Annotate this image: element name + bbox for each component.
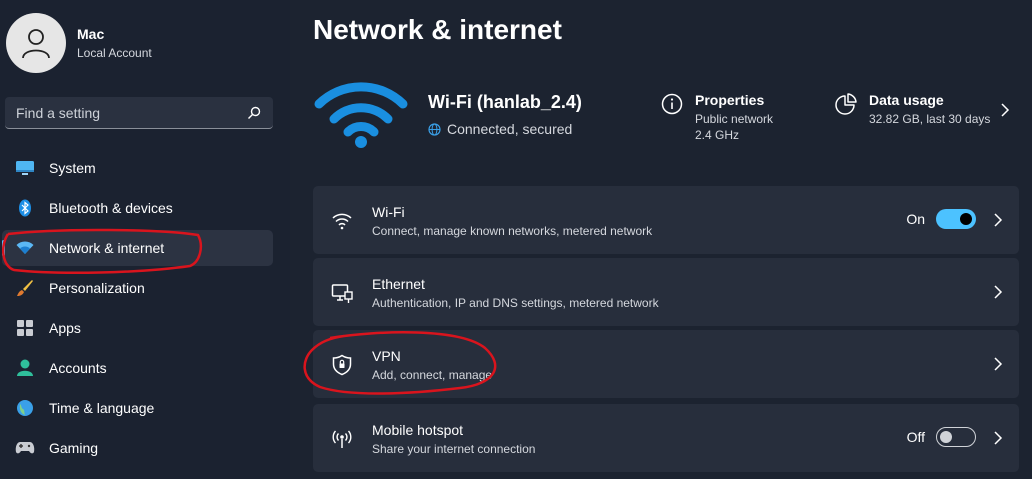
globe-icon (428, 122, 441, 136)
sidebar-item-bluetooth[interactable]: Bluetooth & devices (2, 190, 273, 226)
sidebar-item-label: Gaming (49, 440, 99, 456)
sidebar-item-system[interactable]: System (2, 150, 273, 186)
wifi-card-title: Wi-Fi (372, 204, 405, 220)
wifi-network-name: Wi-Fi (hanlab_2.4) (428, 92, 582, 112)
profile-account-type: Local Account (77, 46, 152, 60)
wifi-signal-icon (314, 82, 408, 148)
wifi-card-subtitle: Connect, manage known networks, metered … (372, 224, 653, 238)
hotspot-card-title: Mobile hotspot (372, 422, 464, 438)
page-title: Network & internet (313, 14, 562, 45)
gamepad-icon (15, 438, 35, 458)
sidebar-item-label: Network & internet (49, 240, 165, 256)
avatar[interactable] (6, 13, 66, 73)
shield-icon (332, 354, 352, 376)
search-icon[interactable] (246, 105, 262, 121)
search-box[interactable] (5, 97, 273, 129)
sidebar-item-label: System (49, 160, 96, 176)
vpn-card[interactable]: VPN Add, connect, manage (313, 330, 1019, 398)
toggle-knob (960, 213, 972, 225)
wifi-connection-status: Connected, secured (428, 121, 572, 137)
globe-icon (15, 398, 35, 418)
properties-link[interactable]: Properties Public network 2.4 GHz (661, 92, 773, 142)
profile-name: Mac (77, 26, 105, 42)
ethernet-card-subtitle: Authentication, IP and DNS settings, met… (372, 296, 659, 310)
hotspot-toggle-label: Off (906, 429, 925, 445)
toggle-knob (940, 431, 952, 443)
wifi-toggle[interactable] (936, 209, 976, 229)
pie-chart-icon (835, 93, 857, 115)
hotspot-icon (332, 430, 352, 448)
apps-icon (15, 318, 35, 338)
sidebar-item-network[interactable]: Network & internet (2, 230, 273, 266)
chevron-right-icon[interactable] (993, 430, 1003, 446)
sidebar-item-time-language[interactable]: Time & language (2, 390, 273, 426)
wifi-status-text: Connected, secured (447, 121, 573, 137)
chevron-right-icon[interactable] (1000, 102, 1010, 118)
chevron-right-icon[interactable] (993, 284, 1003, 300)
vpn-card-subtitle: Add, connect, manage (372, 368, 493, 382)
hotspot-toggle-group: Off (907, 427, 976, 447)
ethernet-card-title: Ethernet (372, 276, 425, 292)
sidebar-item-gaming[interactable]: Gaming (2, 430, 273, 466)
sidebar-nav: System Bluetooth & devices Network & int… (2, 150, 273, 470)
network-profile: Public network (695, 112, 774, 126)
wifi-icon (332, 213, 352, 230)
user-profile[interactable]: Mac Local Account (6, 13, 152, 73)
sidebar-item-label: Accounts (49, 360, 107, 376)
person-icon (22, 29, 50, 59)
sidebar-item-personalization[interactable]: Personalization (2, 270, 273, 306)
chevron-right-icon[interactable] (993, 356, 1003, 372)
ethernet-card[interactable]: Ethernet Authentication, IP and DNS sett… (313, 258, 1019, 326)
sidebar-item-accounts[interactable]: Accounts (2, 350, 273, 386)
wifi-card[interactable]: Wi-Fi Connect, manage known networks, me… (313, 186, 1019, 254)
chevron-right-icon[interactable] (993, 212, 1003, 228)
vpn-card-title: VPN (372, 348, 401, 364)
accounts-icon (15, 358, 35, 378)
hotspot-toggle[interactable] (936, 427, 976, 447)
bluetooth-icon (15, 198, 35, 218)
sidebar-item-label: Personalization (49, 280, 145, 296)
system-icon (15, 158, 35, 178)
sidebar-item-label: Bluetooth & devices (49, 200, 173, 216)
sidebar-item-label: Apps (49, 320, 81, 336)
sidebar-item-apps[interactable]: Apps (2, 310, 273, 346)
data-usage-title: Data usage (869, 92, 944, 108)
wifi-toggle-label: On (906, 211, 925, 227)
sidebar-item-label: Time & language (49, 400, 155, 416)
info-icon (661, 93, 683, 115)
sidebar: Mac Local Account System Bluetooth & dev… (0, 0, 290, 479)
brush-icon (15, 278, 35, 298)
network-status-header: Wi-Fi (hanlab_2.4) Connected, secured Pr… (313, 72, 1019, 172)
hotspot-card-subtitle: Share your internet connection (372, 442, 536, 456)
properties-title: Properties (695, 92, 765, 108)
ethernet-icon (331, 284, 353, 303)
network-band: 2.4 GHz (695, 128, 740, 142)
search-input[interactable] (16, 104, 246, 121)
data-usage-value: 32.82 GB, last 30 days (869, 112, 991, 126)
network-icon (15, 238, 35, 258)
wifi-toggle-group: On (906, 209, 976, 229)
data-usage-link[interactable]: Data usage 32.82 GB, last 30 days (835, 92, 990, 126)
mobile-hotspot-card[interactable]: Mobile hotspot Share your internet conne… (313, 404, 1019, 472)
